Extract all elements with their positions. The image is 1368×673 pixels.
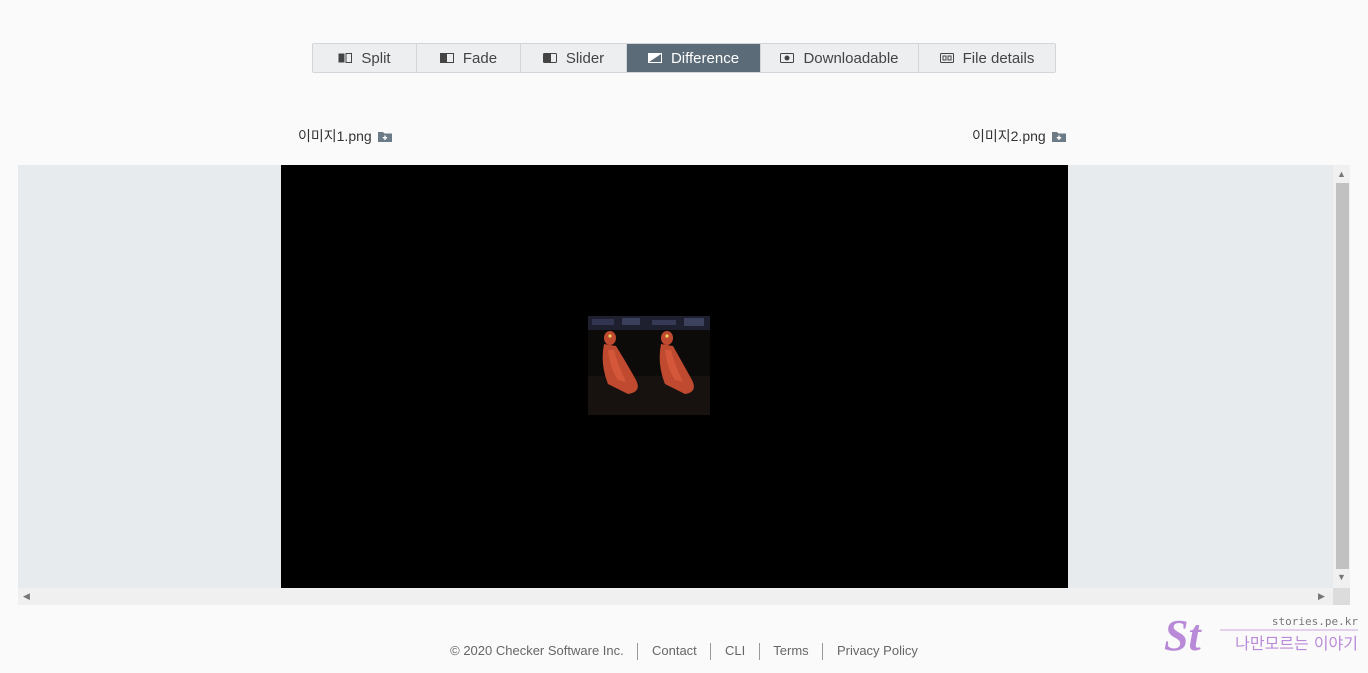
image-viewer[interactable]: ▲ ▼ ◀ ▶: [18, 165, 1350, 605]
watermark-logo-text: St: [1164, 611, 1202, 658]
footer-link-terms[interactable]: Terms: [773, 643, 808, 658]
footer-link-privacy[interactable]: Privacy Policy: [837, 643, 918, 658]
footer-link-contact[interactable]: Contact: [652, 643, 697, 658]
copyright-text: © 2020 Checker Software Inc.: [450, 643, 624, 658]
footer-divider: [710, 643, 712, 661]
scroll-right-icon[interactable]: ▶: [1318, 592, 1325, 601]
tab-slider[interactable]: Slider: [521, 44, 627, 72]
watermark-site: stories.pe.kr: [1272, 615, 1358, 628]
scroll-corner: [1333, 588, 1350, 605]
slider-icon: [542, 52, 557, 64]
left-file-label: 이미지1.png: [298, 128, 372, 144]
downloadable-icon: [780, 52, 795, 64]
fade-icon: [439, 52, 454, 64]
split-icon: [338, 52, 353, 64]
tab-file-details[interactable]: File details: [919, 44, 1055, 72]
folder-icon[interactable]: [1051, 130, 1066, 142]
tab-label: Downloadable: [803, 49, 899, 67]
footer-divider: [822, 643, 824, 661]
vertical-scroll-thumb[interactable]: [1336, 183, 1349, 569]
right-file-name: 이미지2.png: [972, 126, 1066, 146]
view-mode-tabs: Split Fade Slider Difference Downloadabl…: [312, 43, 1056, 73]
folder-icon[interactable]: [377, 130, 392, 142]
watermark-logo: St stories.pe.kr 나만모르는 이야기: [1164, 611, 1358, 658]
left-file-name: 이미지1.png: [298, 126, 392, 146]
vertical-scrollbar[interactable]: ▲ ▼: [1333, 165, 1350, 588]
tab-label: File details: [962, 49, 1035, 67]
difference-canvas: [281, 165, 1068, 588]
tab-difference[interactable]: Difference: [627, 44, 761, 72]
footer-divider: [637, 643, 639, 661]
tab-label: Split: [361, 49, 391, 67]
scroll-down-icon[interactable]: ▼: [1337, 573, 1346, 582]
footer-divider: [758, 643, 760, 661]
tab-split[interactable]: Split: [313, 44, 417, 72]
file-details-icon: [939, 52, 954, 64]
scroll-up-icon[interactable]: ▲: [1337, 170, 1346, 179]
tab-fade[interactable]: Fade: [417, 44, 521, 72]
tab-downloadable[interactable]: Downloadable: [761, 44, 919, 72]
tab-label: Fade: [462, 49, 498, 67]
difference-icon: [647, 52, 662, 64]
tab-label: Slider: [565, 49, 605, 67]
horizontal-scrollbar[interactable]: ◀ ▶: [18, 588, 1333, 605]
difference-image: [588, 316, 710, 415]
right-file-label: 이미지2.png: [972, 128, 1046, 144]
footer-link-cli[interactable]: CLI: [725, 643, 745, 658]
scroll-left-icon[interactable]: ◀: [23, 592, 30, 601]
tab-label: Difference: [670, 49, 740, 67]
watermark-tagline: 나만모르는 이야기: [1235, 634, 1358, 653]
